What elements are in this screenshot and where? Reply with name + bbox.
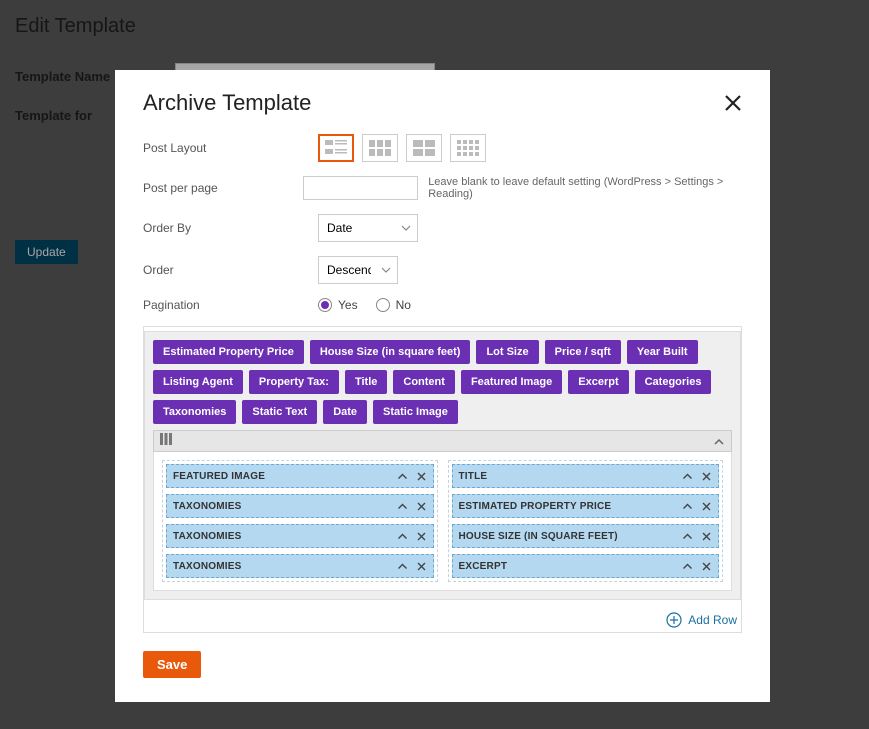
pagination-no-radio[interactable]: [376, 298, 390, 312]
field-pill[interactable]: Featured Image: [461, 370, 562, 394]
close-icon[interactable]: [416, 531, 427, 542]
field-pill[interactable]: Listing Agent: [153, 370, 243, 394]
field-block[interactable]: ESTIMATED PROPERTY PRICE: [452, 494, 720, 518]
close-icon[interactable]: [701, 471, 712, 482]
field-block[interactable]: EXCERPT: [452, 554, 720, 578]
field-pill[interactable]: Static Image: [373, 400, 458, 424]
field-block-label: EXCERPT: [459, 561, 508, 572]
post-per-page-input[interactable]: [303, 176, 418, 200]
chevron-up-icon[interactable]: [397, 561, 408, 572]
collapse-row-icon[interactable]: [713, 435, 725, 447]
columns-icon[interactable]: [160, 432, 172, 450]
field-block[interactable]: TAXONOMIES: [166, 554, 434, 578]
field-block-label: HOUSE SIZE (IN SQUARE FEET): [459, 531, 618, 542]
close-icon[interactable]: [416, 501, 427, 512]
layout-option-grid3[interactable]: [362, 134, 398, 162]
field-pill[interactable]: House Size (in square feet): [310, 340, 471, 364]
field-pill[interactable]: Price / sqft: [545, 340, 621, 364]
field-block-label: TAXONOMIES: [173, 561, 241, 572]
modal-title: Archive Template: [143, 90, 311, 116]
save-button[interactable]: Save: [143, 651, 201, 678]
chevron-up-icon[interactable]: [682, 501, 693, 512]
pagination-yes-radio[interactable]: [318, 298, 332, 312]
layout-option-grid4[interactable]: [450, 134, 486, 162]
chevron-up-icon[interactable]: [682, 471, 693, 482]
chevron-up-icon[interactable]: [682, 531, 693, 542]
field-block-label: TAXONOMIES: [173, 531, 241, 542]
field-pill[interactable]: Property Tax:: [249, 370, 339, 394]
close-icon[interactable]: [416, 471, 427, 482]
close-icon[interactable]: [701, 561, 712, 572]
field-block-label: TAXONOMIES: [173, 501, 241, 512]
order-select[interactable]: Descending: [318, 256, 398, 284]
pagination-no-label: No: [396, 298, 411, 312]
field-pill[interactable]: Date: [323, 400, 367, 424]
field-block-label: ESTIMATED PROPERTY PRICE: [459, 501, 612, 512]
post-layout-label: Post Layout: [143, 141, 318, 155]
field-block-label: TITLE: [459, 471, 488, 482]
close-icon[interactable]: [416, 561, 427, 572]
add-row-button[interactable]: Add Row: [144, 600, 741, 632]
chevron-up-icon[interactable]: [397, 531, 408, 542]
pagination-yes-label: Yes: [338, 298, 358, 312]
field-pill[interactable]: Lot Size: [476, 340, 538, 364]
field-pill[interactable]: Static Text: [242, 400, 317, 424]
archive-template-modal: Archive Template Post Layout Post per pa…: [115, 70, 770, 702]
field-pill[interactable]: Title: [345, 370, 387, 394]
field-pill[interactable]: Content: [393, 370, 455, 394]
chevron-up-icon[interactable]: [682, 561, 693, 572]
close-icon[interactable]: [701, 531, 712, 542]
field-block-label: FEATURED IMAGE: [173, 471, 265, 482]
field-pill[interactable]: Taxonomies: [153, 400, 236, 424]
pagination-label: Pagination: [143, 298, 318, 312]
close-icon[interactable]: [724, 94, 742, 112]
field-pill[interactable]: Year Built: [627, 340, 698, 364]
field-pill[interactable]: Excerpt: [568, 370, 628, 394]
layout-option-list[interactable]: [318, 134, 354, 162]
post-per-page-label: Post per page: [143, 181, 303, 195]
order-label: Order: [143, 263, 318, 277]
order-by-label: Order By: [143, 221, 318, 235]
field-block[interactable]: HOUSE SIZE (IN SQUARE FEET): [452, 524, 720, 548]
chevron-up-icon[interactable]: [397, 501, 408, 512]
add-row-label: Add Row: [688, 613, 737, 627]
field-block[interactable]: TAXONOMIES: [166, 524, 434, 548]
close-icon[interactable]: [701, 501, 712, 512]
field-pill[interactable]: Categories: [635, 370, 712, 394]
field-block[interactable]: FEATURED IMAGE: [166, 464, 434, 488]
post-per-page-hint: Leave blank to leave default setting (Wo…: [428, 176, 742, 200]
field-block[interactable]: TAXONOMIES: [166, 494, 434, 518]
field-block[interactable]: TITLE: [452, 464, 720, 488]
order-by-select[interactable]: Date: [318, 214, 418, 242]
layout-option-grid2[interactable]: [406, 134, 442, 162]
chevron-up-icon[interactable]: [397, 471, 408, 482]
field-pill[interactable]: Estimated Property Price: [153, 340, 304, 364]
